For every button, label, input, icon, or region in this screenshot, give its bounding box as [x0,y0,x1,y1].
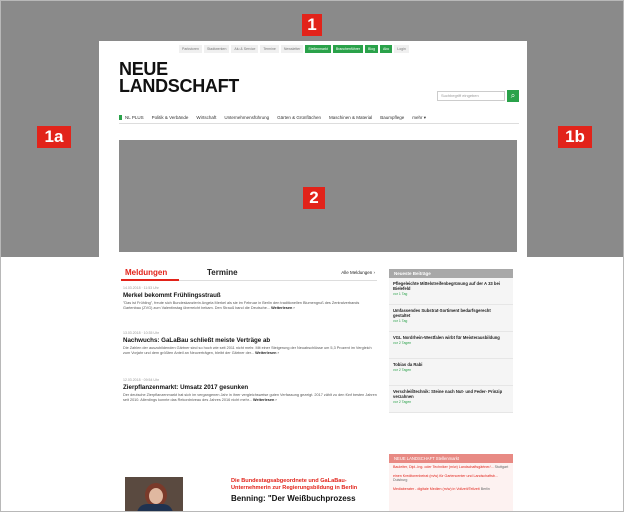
feature-article[interactable]: Die Bundestagsabgeordnete und GaLaBau-Un… [231,478,381,503]
sidebar-post-meta: vor 1 Tag [393,292,408,296]
tab-meldungen[interactable]: Meldungen [125,268,167,277]
sidebar-post[interactable]: Tobias da Rabi vor 2 Tagen [389,359,513,386]
mainnav-item[interactable]: Wirtschaft [192,115,220,120]
topnav-item[interactable]: Newsletter [280,45,304,53]
job-listing[interactable]: einen Kreditorenbeirat (m/w) für Gartenc… [389,472,513,485]
job-place: Duisburg [393,478,408,482]
topnav-item[interactable]: Login [394,45,409,53]
topnav-item[interactable]: Stadtwerken [203,45,230,53]
mainnav-item[interactable]: NL PLUS [119,115,148,120]
news-tabs: Meldungen Termine Alle Meldungen › [121,267,377,281]
news-text: "Das ist Frühling", freute sich Bundeska… [123,301,360,310]
read-more-link[interactable]: Weiterlesen › [271,306,295,310]
news-body: "Das ist Frühling", freute sich Bundeska… [123,301,377,311]
news-text: Die Zahlen der auszubildenden Gärtner si… [123,346,372,355]
sidebar-post-title: Tobias da Rabi [393,362,423,367]
read-more-link[interactable]: Weiterlesen › [255,351,279,355]
topnav-item[interactable]: Stellenmarkt [305,45,331,53]
news-text: Der deutsche Zierpflanzenmarkt hat sich … [123,393,377,402]
news-headline[interactable]: Zierpflanzenmarkt: Umsatz 2017 gesunken [123,384,377,391]
photo-face [149,488,163,504]
sidebar-post-title: Umfassendes Substrat-Sortiment bedarfsge… [393,308,491,318]
job-title: Mediaberater - digitale Medien (m/w) in … [393,486,480,491]
marker-1b: 1b [558,126,592,148]
sidebar-post-meta: vor 1 Tag [393,319,408,323]
photo-body [137,504,173,511]
search-icon: ⌕ [510,91,516,100]
sidebar-post-meta: vor 2 Tagen [393,341,412,345]
feature-headline: Benning: "Der Weißbuchprozess [231,494,356,503]
topnav-item[interactable]: Blog [365,45,379,53]
topnav-item[interactable]: Abo [380,45,393,53]
news-item: 12.03.2018 · 09:54 Uhr Zierpflanzenmarkt… [123,378,377,403]
job-title: einen Kreditorenbeirat (m/w) für Gartenc… [393,473,498,478]
marker-2: 2 [303,187,325,209]
sidebar-post[interactable]: VGL Nordrhein-Westfalen wirbt für Meiste… [389,332,513,359]
job-market-box: NEUE LANDSCHAFT Stellenmarkt Bauleiter, … [389,454,513,511]
job-market-header: NEUE LANDSCHAFT Stellenmarkt [389,454,513,463]
feature-photo[interactable] [125,477,183,511]
mainnav-item[interactable]: Baumpflege [376,115,408,120]
sidebar-post-title: Verschleißtechnik: Steine nach Nut- und … [393,389,503,399]
marker-1: 1 [302,14,322,36]
topnav-item[interactable]: Branchenführer [332,45,364,53]
mainnav-item[interactable]: Maschinen & Material [325,115,376,120]
mainnav-more[interactable]: mehr ▾ [408,115,430,121]
mainnav-item[interactable]: Unternehmensführung [220,115,273,120]
marker-1a: 1a [37,126,71,148]
topnav-item[interactable]: Parkstoren [179,45,202,53]
site-logo[interactable]: NEUE LANDSCHAFT [119,60,239,96]
news-date: 13.03.2018 · 10:35 Uhr [123,331,159,335]
tab-termine[interactable]: Termine [207,268,238,277]
latest-posts-sidebar: Neueste Beiträge Pflegeleichte Mittelstr… [389,269,513,413]
main-navigation: NL PLUS Politik & Verbände Wirtschaft Un… [119,112,519,124]
read-more-link[interactable]: Weiterlesen › [253,398,277,402]
mainnav-item[interactable]: Politik & Verbände [148,115,193,120]
screenshot-frame: Parkstoren Stadtwerken Alu & Service Ter… [0,0,624,512]
job-title: Bauleiter, Dipl.-Ing. oder Techniker (m/… [393,465,494,469]
news-headline[interactable]: Merkel bekommt Frühlingsstrauß [123,292,377,299]
all-news-link[interactable]: Alle Meldungen › [341,270,375,275]
search-button[interactable]: ⌕ [507,90,519,102]
sidebar-post[interactable]: Verschleißtechnik: Steine nach Nut- und … [389,386,513,413]
top-navigation: Parkstoren Stadtwerken Alu & Service Ter… [179,45,409,53]
job-listing[interactable]: Bauleiter, Dipl.-Ing. oder Techniker (m/… [389,463,513,472]
job-place: Stuttgart [494,465,509,469]
news-date: 14.03.2018 · 11:53 Uhr [123,286,159,290]
sidebar-post[interactable]: Umfassendes Substrat-Sortiment bedarfsge… [389,305,513,332]
sidebar-header: Neueste Beiträge [389,269,513,278]
news-date: 12.03.2018 · 09:54 Uhr [123,378,159,382]
sidebar-post-title: Pflegeleichte Mittelstreifenbegrünung au… [393,281,500,291]
logo-line: LANDSCHAFT [119,76,239,96]
search-input[interactable]: Suchbegriff eingeben [437,91,505,101]
news-item: 14.03.2018 · 11:53 Uhr Merkel bekommt Fr… [123,286,377,311]
sidebar-post[interactable]: Pflegeleichte Mittelstreifenbegrünung au… [389,278,513,305]
website-page: Parkstoren Stadtwerken Alu & Service Ter… [99,41,527,511]
feature-teaser: Die Bundestagsabgeordnete und GaLaBau-Un… [231,478,358,491]
active-tab-underline [121,279,179,281]
sidebar-post-meta: vor 2 Tagen [393,368,412,372]
sidebar-post-meta: vor 2 Tagen [393,400,412,404]
news-headline[interactable]: Nachwuchs: GaLaBau schließt meiste Vertr… [123,337,377,344]
job-listing[interactable]: Mediaberater - digitale Medien (m/w) in … [389,485,513,494]
news-item: 13.03.2018 · 10:35 Uhr Nachwuchs: GaLaBa… [123,331,377,356]
mainnav-item[interactable]: Gärten & Grünflächen [273,115,325,120]
news-body: Die Zahlen der auszubildenden Gärtner si… [123,346,377,356]
job-place: Berlin [480,486,490,491]
topnav-item[interactable]: Alu & Service [231,45,259,53]
sidebar-post-title: VGL Nordrhein-Westfalen wirbt für Meiste… [393,335,500,340]
topnav-item[interactable]: Termine [260,45,279,53]
news-body: Der deutsche Zierpflanzenmarkt hat sich … [123,393,377,403]
